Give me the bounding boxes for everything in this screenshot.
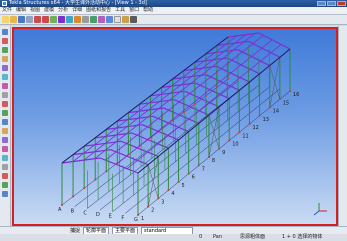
numbering-icon[interactable] (106, 16, 113, 23)
status-bar: 捕捉 轮廓平面 主要平面 standard (0, 226, 347, 235)
bolt-tool-icon[interactable] (74, 16, 81, 23)
snap-mid-points-icon[interactable] (2, 155, 8, 161)
menu-file[interactable]: 文件 (0, 7, 14, 14)
grid-label-number: 7 (202, 166, 205, 172)
ground-grid-line[interactable] (137, 90, 291, 216)
eave-beam[interactable] (137, 48, 291, 174)
grid-label-number: 6 (192, 175, 195, 181)
menu-help[interactable]: 帮助 (141, 7, 155, 14)
wall-brace[interactable] (147, 164, 159, 199)
grid-label-letter: F (121, 215, 124, 221)
steel-frame-model[interactable]: 12345678910111213141516A B C D E F G (14, 29, 336, 224)
select-assemblies-icon[interactable] (2, 110, 8, 116)
menu-bar: 文件 编辑 视图 建模 分析 详细 图纸和报告 工具 窗口 帮助 (0, 7, 347, 15)
tekla-logo-icon (2, 1, 7, 6)
select-planes-icon[interactable] (2, 92, 8, 98)
menu-edit[interactable]: 编辑 (14, 7, 28, 14)
grid-label-number: 4 (171, 191, 174, 197)
select-bolts-icon[interactable] (2, 56, 8, 62)
redo-icon[interactable] (42, 16, 49, 23)
info-col-0: 0 (199, 234, 203, 240)
menu-view[interactable]: 视图 (28, 7, 42, 14)
grid-label-number: 16 (293, 92, 299, 98)
right-toolbar (338, 26, 347, 232)
info-font: 思源粗体面 (240, 234, 266, 240)
menu-detailing[interactable]: 详细 (70, 7, 84, 14)
undo-icon[interactable] (34, 16, 41, 23)
save-icon[interactable] (18, 16, 25, 23)
snap-settings-icon[interactable] (114, 16, 121, 23)
grid-label-letter: A (58, 207, 62, 213)
select-parts-icon[interactable] (2, 38, 8, 44)
grid-label-number: 5 (182, 183, 185, 189)
grid-label-number: 15 (283, 100, 289, 106)
menu-window[interactable]: 窗口 (127, 7, 141, 14)
open-folder-icon[interactable] (10, 16, 17, 23)
snap-end-points-icon[interactable] (2, 146, 8, 152)
report-icon[interactable] (122, 16, 129, 23)
grid-label-number: 3 (161, 199, 164, 205)
column-tool-icon[interactable] (50, 16, 57, 23)
grid-label-letter: E (109, 214, 112, 220)
info-selection: 1 + 0 选择的物体 (282, 234, 323, 240)
grid-label-number: 1 (141, 216, 144, 222)
select-reinforcement-icon[interactable] (2, 119, 8, 125)
minimize-button[interactable] (317, 1, 326, 6)
drawing-list-icon[interactable] (98, 16, 105, 23)
close-button[interactable] (337, 1, 346, 6)
select-welds-icon[interactable] (2, 65, 8, 71)
view-properties-icon[interactable] (130, 16, 137, 23)
select-views-icon[interactable] (2, 101, 8, 107)
wall-brace[interactable] (269, 65, 281, 100)
grid-label-number: 13 (263, 117, 269, 123)
menu-tools[interactable]: 工具 (113, 7, 127, 14)
snap-label: 捕捉 (70, 228, 81, 234)
window-title: Tekla Structures x64 - 大学生课外活动中心 - [View… (9, 0, 147, 6)
component-tool-icon[interactable] (90, 16, 97, 23)
maximize-button[interactable] (327, 1, 336, 6)
grid-label-letter: D (96, 212, 100, 218)
axis-y[interactable] (313, 210, 320, 216)
grid-label-number: 2 (151, 208, 154, 214)
model-view-3d[interactable]: 1 2 3 4 5 6 7 8 9 10 11 12 13 14 15 16 A B C D E F G (12, 27, 338, 226)
new-file-icon[interactable] (2, 16, 9, 23)
grid-label-number: 8 (212, 158, 215, 164)
snap-lines-icon[interactable] (2, 182, 8, 188)
select-components-icon[interactable] (2, 47, 8, 53)
snap-perpendicular-icon[interactable] (2, 173, 8, 179)
snap-intersections-icon[interactable] (2, 164, 8, 170)
menu-analysis[interactable]: 分析 (56, 7, 70, 14)
ground-grid-line[interactable] (112, 86, 270, 212)
selection-toolbar (0, 26, 11, 232)
purlin[interactable] (94, 33, 255, 160)
grid-label-number: 9 (222, 150, 225, 156)
main-toolbar (0, 15, 347, 25)
grid-label-number: 12 (252, 125, 258, 131)
grid-label-number: 10 (232, 142, 238, 148)
title-bar: Tekla Structures x64 - 大学生课外活动中心 - [View… (0, 0, 347, 7)
select-surface-icon[interactable] (2, 128, 8, 134)
select-objects-icon[interactable] (2, 137, 8, 143)
info-bar: 0 Pan 思源粗体面 1 + 0 选择的物体 (0, 234, 347, 241)
grid-label-number: 11 (242, 133, 248, 139)
snap-any-position-icon[interactable] (2, 191, 8, 197)
print-icon[interactable] (26, 16, 33, 23)
plate-tool-icon[interactable] (66, 16, 73, 23)
grid-label-letter: C (83, 210, 87, 216)
beam-tool-icon[interactable] (58, 16, 65, 23)
grid-label-letter: B (71, 209, 75, 215)
purlin[interactable] (116, 39, 273, 165)
select-all-icon[interactable] (2, 29, 8, 35)
menu-drawings-reports[interactable]: 图纸和报告 (84, 7, 113, 14)
info-mode: Pan (213, 234, 223, 240)
select-grids-icon[interactable] (2, 74, 8, 80)
menu-modeling[interactable]: 建模 (42, 7, 56, 14)
weld-tool-icon[interactable] (82, 16, 89, 23)
select-points-icon[interactable] (2, 83, 8, 89)
grid-label-letter: G (134, 217, 138, 223)
grid-label-number: 14 (273, 109, 279, 115)
